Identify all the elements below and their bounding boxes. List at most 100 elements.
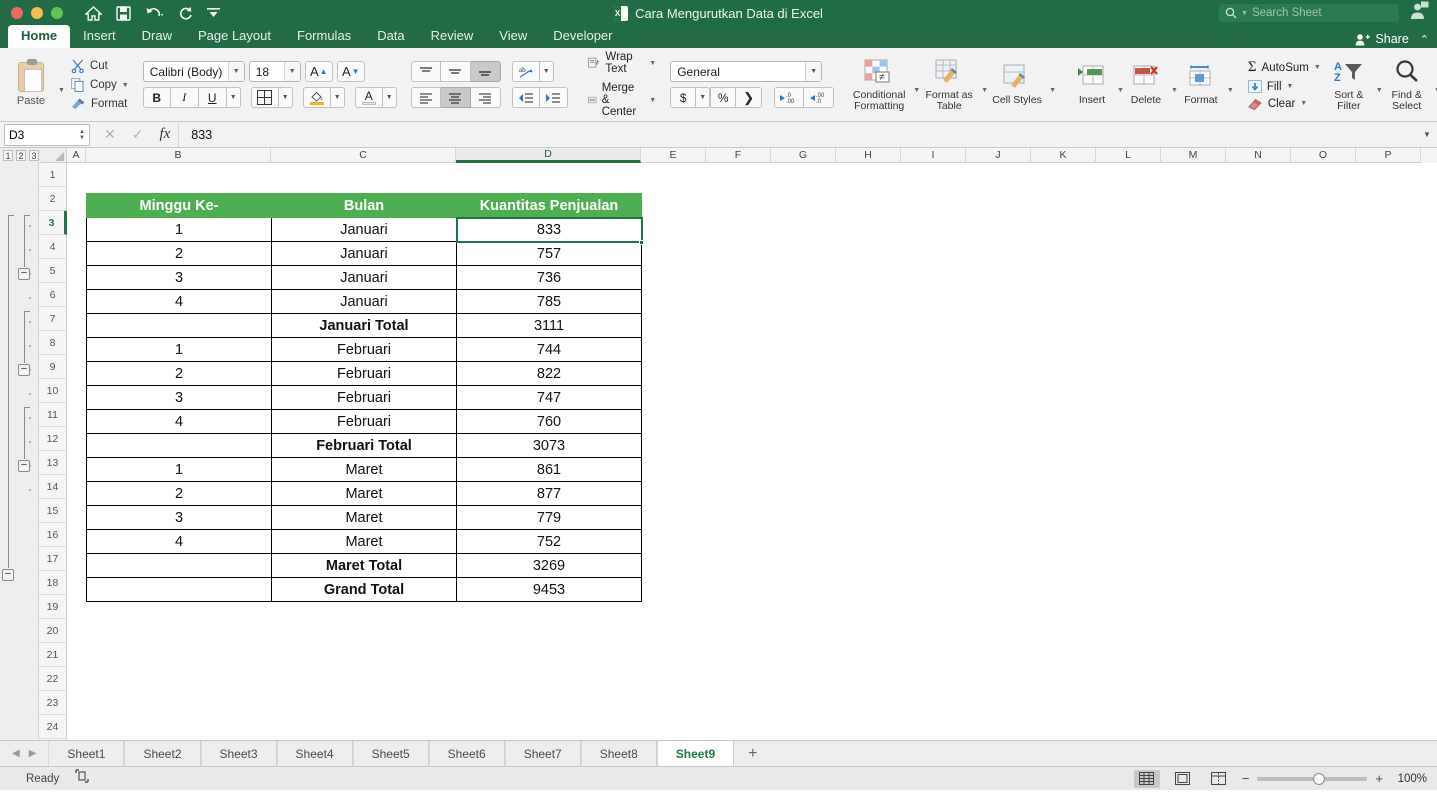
row-header-15[interactable]: 15 (39, 499, 67, 523)
row-header-3[interactable]: 3 (39, 211, 67, 235)
maximize-window-button[interactable] (51, 7, 63, 19)
table-grand-total-row[interactable]: Grand Total 9453 (86, 577, 642, 602)
conditional-formatting-button[interactable]: ≠ Conditional Formatting (848, 57, 910, 113)
row-header-22[interactable]: 22 (39, 667, 67, 691)
cell-kuantitas[interactable]: 760 (456, 409, 642, 434)
table-row[interactable]: 1 Januari 833 (86, 217, 642, 242)
table-subtotal-row[interactable]: Maret Total 3269 (86, 553, 642, 578)
row-header-14[interactable]: 14 (39, 475, 67, 499)
cell-minggu[interactable]: 3 (86, 505, 272, 530)
cell-bulan[interactable]: Januari (271, 289, 457, 314)
redo-icon[interactable] (178, 6, 193, 21)
percent-button[interactable]: % (710, 87, 737, 108)
fill-chevron-down-icon[interactable]: ▼ (1287, 83, 1294, 90)
row-headers[interactable]: 1 2 3 4 5 6 7 8 9 10 11 12 13 14 15 16 1… (39, 163, 67, 740)
outline-level-buttons[interactable]: 1 2 3 (0, 148, 39, 163)
autosum-chevron-down-icon[interactable]: ▼ (1314, 64, 1321, 71)
borders-chevron-down-icon[interactable]: ▼ (278, 87, 293, 108)
sort-filter-button[interactable]: AZ Sort & Filter (1327, 57, 1371, 113)
cell-bulan[interactable]: Januari (271, 217, 457, 242)
cell-bulan[interactable]: Januari (271, 241, 457, 266)
undo-icon[interactable] (145, 6, 164, 20)
cell-kuantitas[interactable]: 779 (456, 505, 642, 530)
column-header-B[interactable]: B (86, 148, 271, 163)
formula-bar-expand-icon[interactable]: ▼ (1417, 130, 1437, 139)
currency-button[interactable]: $ (670, 87, 697, 108)
cell-bulan[interactable]: Maret (271, 481, 457, 506)
add-sheet-button[interactable]: + (734, 741, 771, 766)
zoom-in-button[interactable]: + (1375, 771, 1383, 786)
page-layout-view-button[interactable] (1170, 770, 1196, 788)
sheet-tab-sheet9[interactable]: Sheet9 (656, 741, 735, 766)
increase-decimal-button[interactable]: .0.00 (774, 87, 805, 108)
cell-kuantitas[interactable]: 752 (456, 529, 642, 554)
font-family-select[interactable]: Calibri (Body) ▼ (142, 61, 245, 82)
outline-level-1-button[interactable]: 1 (3, 150, 13, 161)
number-format-chevron-down-icon[interactable]: ▼ (805, 62, 822, 81)
cell-minggu[interactable]: 1 (86, 217, 272, 242)
cell-minggu[interactable] (86, 313, 272, 338)
increase-font-size-button[interactable]: A ▲ (304, 61, 333, 82)
next-sheet-icon[interactable]: ▶ (29, 748, 37, 759)
cell-minggu[interactable]: 2 (86, 241, 272, 266)
paste-button[interactable]: Paste (7, 59, 55, 107)
sheet-tab-sheet7[interactable]: Sheet7 (504, 741, 581, 766)
spreadsheet-grid[interactable]: 1 2 3 − − − − A B C D E F G H I J K L M … (0, 148, 1437, 740)
row-header-16[interactable]: 16 (39, 523, 67, 547)
row-header-13[interactable]: 13 (39, 451, 67, 475)
delete-cells-button[interactable]: Delete (1124, 62, 1168, 107)
cell-kuantitas[interactable]: 3073 (456, 433, 642, 458)
font-family-chevron-down-icon[interactable]: ▼ (227, 62, 244, 81)
row-header-2[interactable]: 2 (39, 187, 67, 211)
outline-level-3-button[interactable]: 3 (29, 150, 39, 161)
table-row[interactable]: 4 Januari 785 (86, 289, 642, 314)
font-size-select[interactable]: 18 ▼ (248, 61, 301, 82)
table-subtotal-row[interactable]: Februari Total 3073 (86, 433, 642, 458)
cell-bulan[interactable]: Februari (271, 385, 457, 410)
tab-draw[interactable]: Draw (129, 26, 185, 48)
select-all-button[interactable] (39, 148, 67, 163)
delete-cells-chevron-down-icon[interactable]: ▼ (1171, 87, 1178, 94)
borders-button[interactable] (250, 87, 279, 108)
autosum-button[interactable]: Σ AutoSum ▼ (1248, 59, 1321, 76)
save-icon[interactable] (116, 5, 131, 21)
collapse-ribbon-icon[interactable]: ⌃ (1420, 33, 1429, 46)
cell-kuantitas[interactable]: 785 (456, 289, 642, 314)
fill-color-chevron-down-icon[interactable]: ▼ (330, 87, 345, 108)
formula-input[interactable]: 833 (178, 122, 1417, 147)
row-header-23[interactable]: 23 (39, 691, 67, 715)
fill-button[interactable]: Fill ▼ (1247, 80, 1321, 93)
column-header-K[interactable]: K (1031, 148, 1096, 163)
tab-review[interactable]: Review (418, 26, 487, 48)
fill-color-button[interactable] (302, 87, 331, 108)
table-row[interactable]: 3 Januari 736 (86, 265, 642, 290)
tab-developer[interactable]: Developer (540, 26, 625, 48)
row-header-10[interactable]: 10 (39, 379, 67, 403)
share-button[interactable]: Share ⌃ (1355, 32, 1429, 46)
table-subtotal-row[interactable]: Januari Total 3111 (86, 313, 642, 338)
copy-button[interactable]: Copy ▼ (71, 78, 129, 92)
font-color-chevron-down-icon[interactable]: ▼ (382, 87, 397, 108)
cell-minggu[interactable] (86, 433, 272, 458)
row-header-6[interactable]: 6 (39, 283, 67, 307)
row-header-20[interactable]: 20 (39, 619, 67, 643)
sheet-tab-sheet5[interactable]: Sheet5 (352, 741, 429, 766)
number-format-select[interactable]: General ▼ (670, 61, 823, 82)
cell-minggu[interactable]: 3 (86, 265, 272, 290)
zoom-knob[interactable] (1313, 772, 1326, 785)
underline-chevron-down-icon[interactable]: ▼ (226, 87, 241, 108)
cut-button[interactable]: Cut (71, 59, 129, 73)
cell-kuantitas[interactable]: 877 (456, 481, 642, 506)
fx-icon[interactable]: fx (159, 126, 170, 143)
sheet-tab-sheet1[interactable]: Sheet1 (48, 741, 125, 766)
align-middle-button[interactable] (440, 61, 471, 82)
zoom-out-button[interactable]: − (1242, 771, 1250, 786)
italic-button[interactable]: I (170, 87, 199, 108)
row-header-4[interactable]: 4 (39, 235, 67, 259)
cell-minggu[interactable]: 2 (86, 481, 272, 506)
cell-kuantitas[interactable]: 747 (456, 385, 642, 410)
cell-minggu[interactable]: 4 (86, 289, 272, 314)
selection-mode-icon[interactable] (75, 769, 89, 788)
sheet-tab-sheet4[interactable]: Sheet4 (276, 741, 353, 766)
search-chevron-down-icon[interactable]: ▼ (1241, 10, 1248, 17)
